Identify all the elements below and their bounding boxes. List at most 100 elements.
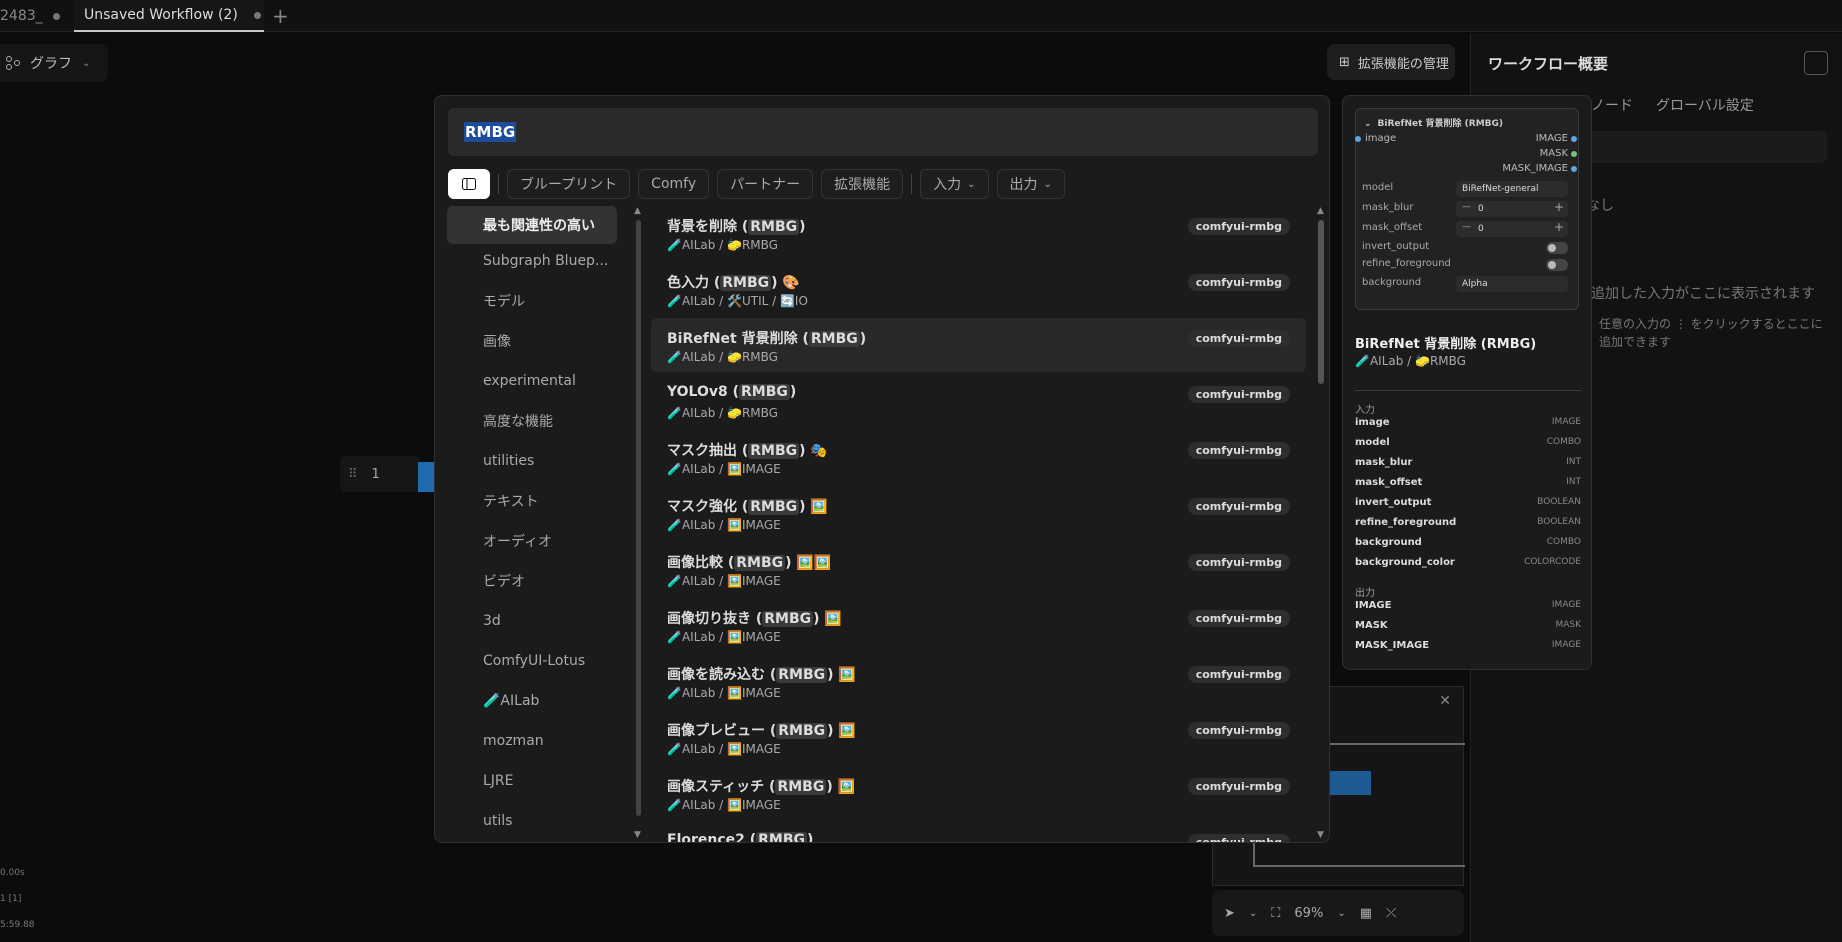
- graph-button[interactable]: グラフ ⌄: [0, 44, 108, 82]
- plus-icon[interactable]: +: [1554, 200, 1564, 214]
- source-badge: comfyui-rmbg: [1187, 834, 1290, 842]
- tab-workflow-2[interactable]: Unsaved Workflow (2): [74, 0, 264, 32]
- category-item[interactable]: LJRE: [447, 762, 617, 800]
- category-item[interactable]: mozman: [447, 722, 617, 760]
- scroll-thumb[interactable]: [1318, 220, 1324, 384]
- filter-input-dropdown[interactable]: 入力 ⌄: [920, 169, 989, 199]
- widget-value: Alpha: [1456, 276, 1568, 292]
- result-item[interactable]: マスク抽出 (RMBG) 🎭 🧪AILab / 🖼️IMAGE comfyui-rm…: [651, 430, 1306, 484]
- sidebar-icon: [462, 178, 476, 190]
- category-item[interactable]: 高度な機能: [447, 402, 617, 440]
- tab-global-settings[interactable]: グローバル設定: [1656, 95, 1754, 115]
- result-name-post: ) 🖼️: [827, 723, 856, 739]
- search-input[interactable]: RMBG: [448, 108, 1318, 156]
- result-item[interactable]: マスク強化 (RMBG) 🖼️ 🧪AILab / 🖼️IMAGE comfyui-r…: [651, 486, 1306, 540]
- minus-icon[interactable]: —: [1462, 202, 1471, 212]
- tab-workflow-1[interactable]: 2483_: [0, 0, 72, 32]
- filter-extensions[interactable]: 拡張機能: [821, 169, 904, 199]
- result-name: 画像プレビュー (RMBG) 🖼️: [667, 720, 856, 740]
- category-item[interactable]: experimental: [447, 362, 617, 400]
- zoom-level[interactable]: 69%: [1294, 906, 1323, 921]
- result-item[interactable]: 色入力 (RMBG) 🎨 🧪AILab / 🛠️UTIL / 🔄IO comfyui…: [651, 262, 1306, 316]
- drag-handle-icon: ⠿: [348, 466, 358, 482]
- category-item[interactable]: オーディオ: [447, 522, 617, 560]
- category-item[interactable]: 🧪AILab: [447, 682, 617, 720]
- result-name: 画像比較 (RMBG) 🖼️🖼️: [667, 552, 831, 572]
- result-name-match: RMBG: [720, 275, 772, 291]
- fit-view-icon[interactable]: ⛶: [1271, 906, 1280, 921]
- plus-icon[interactable]: +: [1554, 220, 1564, 234]
- result-item[interactable]: Florence2 (RMBG) comfyui-rmbg: [651, 822, 1306, 842]
- result-item[interactable]: BiRefNet 背景削除 (RMBG) 🧪AILab / 🧽RMBG comfyu…: [651, 318, 1306, 372]
- result-item[interactable]: 画像プレビュー (RMBG) 🖼️ 🧪AILab / 🖼️IMAGE comfyui…: [651, 710, 1306, 764]
- result-name-match: RMBG: [734, 555, 786, 571]
- result-item[interactable]: 画像比較 (RMBG) 🖼️🖼️ 🧪AILab / 🖼️IMAGE comfyui-…: [651, 542, 1306, 596]
- output-socket-icon: [1571, 151, 1577, 157]
- result-name-match: RMBG: [776, 723, 828, 739]
- category-item[interactable]: ComfyUI-Lotus: [447, 642, 617, 680]
- result-name-pre: 画像切り抜き (: [667, 611, 763, 627]
- category-scrollbar[interactable]: ▲ ▼: [633, 204, 643, 840]
- tab-nodes[interactable]: ノード: [1591, 95, 1633, 115]
- minimap-icon[interactable]: ▦: [1360, 906, 1372, 921]
- input-name: model: [1355, 437, 1390, 448]
- close-icon[interactable]: ✕: [1439, 693, 1451, 709]
- filter-blueprint[interactable]: ブループリント: [507, 169, 631, 199]
- result-name-match: RMBG: [748, 499, 800, 515]
- link-visibility-icon[interactable]: ⤫: [1386, 906, 1396, 921]
- panel-toggle-icon[interactable]: [1804, 51, 1828, 75]
- canvas-node-stub[interactable]: ⠿ 1: [340, 456, 420, 492]
- toggle-switch[interactable]: [1546, 259, 1568, 271]
- widget-refine-foreground[interactable]: refine_foreground: [1362, 257, 1572, 273]
- result-name: マスク抽出 (RMBG) 🎭: [667, 440, 828, 460]
- select-pointer-icon[interactable]: ➤: [1224, 906, 1235, 921]
- toggle-switch[interactable]: [1546, 242, 1568, 254]
- result-name: 画像切り抜き (RMBG) 🖼️: [667, 608, 842, 628]
- result-item[interactable]: 画像を読み込む (RMBG) 🖼️ 🧪AILab / 🖼️IMAGE comfyui…: [651, 654, 1306, 708]
- result-item[interactable]: YOLOv8 (RMBG) 🧪AILab / 🧽RMBG comfyui-rmbg: [651, 374, 1306, 428]
- minus-icon[interactable]: —: [1462, 222, 1471, 232]
- category-item[interactable]: Subgraph Bluep...: [447, 242, 617, 280]
- input-type: COMBO: [1546, 437, 1581, 447]
- widget-invert-output[interactable]: invert_output: [1362, 240, 1572, 256]
- scroll-thumb[interactable]: [636, 220, 641, 816]
- category-item[interactable]: 3d: [447, 602, 617, 640]
- widget-value: BiRefNet-general: [1456, 181, 1568, 197]
- input-row: invert_output BOOLEAN: [1355, 497, 1581, 513]
- manage-extensions-button[interactable]: ⊞ 拡張機能の管理: [1327, 44, 1455, 80]
- result-name-post: ) 🖼️: [827, 667, 856, 683]
- chevron-down-icon[interactable]: ⌄: [1337, 908, 1345, 919]
- chevron-down-icon: ⌄: [1043, 178, 1052, 190]
- results-scrollbar[interactable]: ▲ ▼: [1315, 204, 1327, 840]
- scroll-down-icon[interactable]: ▼: [634, 830, 641, 840]
- widget-background[interactable]: background Alpha: [1362, 276, 1572, 292]
- category-item[interactable]: 最も関連性の高い: [447, 206, 617, 244]
- category-item[interactable]: テキスト: [447, 482, 617, 520]
- node-title-text: BiRefNet 背景削除 (RMBG): [1377, 119, 1504, 129]
- filter-partner[interactable]: パートナー: [717, 169, 814, 199]
- category-item[interactable]: ビデオ: [447, 562, 617, 600]
- filter-output-dropdown[interactable]: 出力 ⌄: [996, 169, 1065, 199]
- chevron-down-icon[interactable]: ⌄: [1249, 908, 1257, 919]
- category-item[interactable]: utils: [447, 802, 617, 840]
- node-preview: ⌄ BiRefNet 背景削除 (RMBG) image IMAGE MASK M…: [1355, 108, 1579, 310]
- result-name-post: ): [859, 331, 867, 347]
- widget-mask-blur[interactable]: mask_blur 0— +: [1362, 200, 1572, 217]
- scroll-up-icon[interactable]: ▲: [634, 206, 641, 216]
- sidebar-toggle-button[interactable]: [448, 169, 490, 199]
- category-item[interactable]: utilities: [447, 442, 617, 480]
- widget-mask-offset[interactable]: mask_offset 0— +: [1362, 220, 1572, 237]
- result-name-pre: 画像を読み込む (: [667, 667, 777, 683]
- filter-comfy[interactable]: Comfy: [638, 169, 710, 199]
- scroll-down-icon[interactable]: ▼: [1317, 830, 1324, 840]
- category-item[interactable]: モデル: [447, 282, 617, 320]
- result-item[interactable]: 画像切り抜き (RMBG) 🖼️ 🧪AILab / 🖼️IMAGE comfyui-…: [651, 598, 1306, 652]
- category-item[interactable]: 画像: [447, 322, 617, 360]
- widget-model[interactable]: model BiRefNet-general: [1362, 181, 1572, 197]
- add-tab-button[interactable]: +: [272, 0, 296, 32]
- result-path: 🧪AILab / 🧽RMBG: [667, 238, 778, 252]
- result-item[interactable]: 画像スティッチ (RMBG) 🖼️ 🧪AILab / 🖼️IMAGE comfyui…: [651, 766, 1306, 820]
- result-item[interactable]: 背景を削除 (RMBG) 🧪AILab / 🧽RMBG comfyui-rmbg: [651, 206, 1306, 260]
- scroll-up-icon[interactable]: ▲: [1317, 206, 1324, 216]
- widget-value: 0: [1456, 201, 1568, 217]
